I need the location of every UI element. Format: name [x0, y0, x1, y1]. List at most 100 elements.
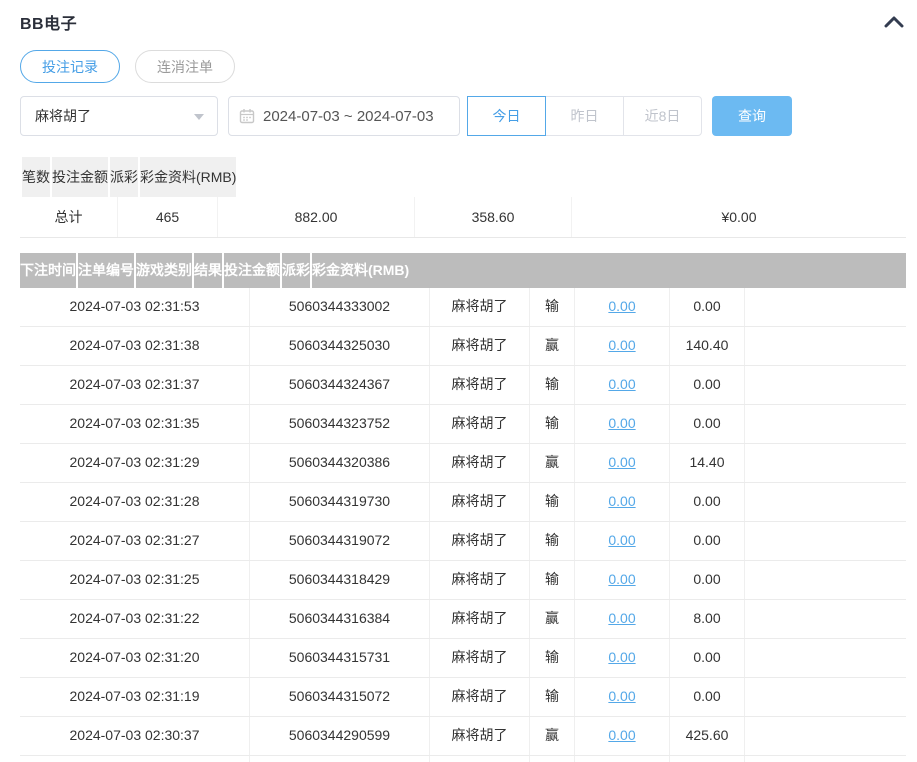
records-table-header: 下注时间 注单编号 游戏类别 结果 投注金额 派彩 彩金资料(RMB): [20, 253, 906, 288]
order-number: 5060344315072: [250, 678, 430, 716]
order-number: 5060344318429: [250, 561, 430, 599]
order-number: 5060344323752: [250, 405, 430, 443]
records-column-header: 彩金资料(RMB): [312, 262, 410, 278]
bet-time: 2024-07-03 02:31:29: [20, 444, 250, 482]
bonus: [745, 366, 906, 404]
result: 赢: [530, 756, 575, 762]
bonus: [745, 444, 906, 482]
table-row: 2024-07-03 02:31:22 5060344316384 麻将胡了 赢…: [20, 600, 906, 639]
bonus: [745, 522, 906, 560]
bet-time: 2024-07-03 02:31:22: [20, 600, 250, 638]
bonus: [745, 561, 906, 599]
tab[interactable]: 连消注单: [135, 50, 235, 83]
game-type: 麻将胡了: [430, 717, 530, 755]
bet-amount-link[interactable]: 0.00: [608, 532, 635, 548]
payout: 140.40: [670, 327, 745, 365]
quick-range-button[interactable]: 今日: [467, 96, 546, 136]
payout: 0.00: [670, 639, 745, 677]
bet-amount-link[interactable]: 0.00: [608, 571, 635, 587]
bet-time: 2024-07-03 02:31:35: [20, 405, 250, 443]
collapse-panel-button[interactable]: [882, 14, 906, 30]
result: 输: [530, 288, 575, 326]
records-column-header: 结果: [194, 253, 224, 288]
payout: 0.00: [670, 288, 745, 326]
table-row: 2024-07-03 02:31:25 5060344318429 麻将胡了 输…: [20, 561, 906, 600]
bet-amount-link[interactable]: 0.00: [608, 337, 635, 353]
result: 赢: [530, 600, 575, 638]
game-type: 麻将胡了: [430, 288, 530, 326]
bonus: [745, 327, 906, 365]
bet-amount-link[interactable]: 0.00: [608, 727, 635, 743]
result: 输: [530, 483, 575, 521]
bet-amount-link[interactable]: 0.00: [608, 415, 635, 431]
payout: 0.00: [670, 522, 745, 560]
date-range-value: 2024-07-03 ~ 2024-07-03: [263, 107, 434, 125]
game-type: 麻将胡了: [430, 561, 530, 599]
summary-total-row: 总计 465 882.00 358.60 ¥0.00: [20, 197, 906, 238]
quick-range-button[interactable]: 昨日: [545, 96, 624, 136]
summary-bonus: ¥0.00: [572, 197, 906, 237]
summary-column-header: 彩金资料(RMB): [140, 157, 237, 197]
payout: 0.00: [670, 678, 745, 716]
summary-table: 笔数 投注金额 派彩 彩金资料(RMB) 总计 465 882.00 358.6…: [20, 157, 906, 238]
summary-payout: 358.60: [415, 197, 572, 237]
table-row: 2024-07-03 02:31:38 5060344325030 麻将胡了 赢…: [20, 327, 906, 366]
summary-bet-amount: 882.00: [218, 197, 415, 237]
order-number: 5060344325030: [250, 327, 430, 365]
order-number: 5060344290599: [250, 717, 430, 755]
game-type: 麻将胡了: [430, 444, 530, 482]
date-range-picker[interactable]: 2024-07-03 ~ 2024-07-03: [228, 96, 460, 136]
bet-time: 2024-07-03 02:31:28: [20, 483, 250, 521]
bonus: [745, 717, 906, 755]
chevron-up-icon: [884, 16, 904, 28]
bet-amount-link[interactable]: 0.00: [608, 454, 635, 470]
bet-time: 2024-07-03 02:31:25: [20, 561, 250, 599]
summary-column-header: 笔数: [22, 157, 52, 197]
search-button[interactable]: 查询: [712, 96, 792, 136]
records-column-header: 下注时间: [20, 253, 78, 288]
result: 输: [530, 366, 575, 404]
order-number: 5060344319072: [250, 522, 430, 560]
bonus: [745, 405, 906, 443]
bet-amount-link[interactable]: 0.00: [608, 688, 635, 704]
payout: 0.00: [670, 405, 745, 443]
bonus: [745, 639, 906, 677]
order-number: 5060344319730: [250, 483, 430, 521]
table-row: 2024-07-03 02:31:20 5060344315731 麻将胡了 输…: [20, 639, 906, 678]
bet-amount-link[interactable]: 0.00: [608, 649, 635, 665]
bet-time: 2024-07-03 02:31:38: [20, 327, 250, 365]
game-type: 麻将胡了: [430, 405, 530, 443]
table-row: 2024-07-03 02:30:21 5060344280634 麻将胡了 赢…: [20, 756, 906, 762]
payout: -0.50: [670, 756, 745, 762]
table-row: 2024-07-03 02:31:37 5060344324367 麻将胡了 输…: [20, 366, 906, 405]
bonus: [745, 483, 906, 521]
records-column-header: 派彩: [282, 253, 312, 288]
result: 输: [530, 678, 575, 716]
records-column-header: 投注金额: [224, 253, 282, 288]
records-column-header: 注单编号: [78, 253, 136, 288]
result: 输: [530, 522, 575, 560]
game-type: 麻将胡了: [430, 600, 530, 638]
bonus: [745, 600, 906, 638]
game-type: 麻将胡了: [430, 522, 530, 560]
tab[interactable]: 投注记录: [20, 50, 120, 83]
bet-amount-link[interactable]: 0.00: [608, 610, 635, 626]
betting-records-panel: BB电子 投注记录 连消注单 麻将胡了 2024-07-03 ~ 2024-07…: [0, 0, 917, 762]
game-type: 麻将胡了: [430, 756, 530, 762]
calendar-icon: [239, 108, 255, 124]
bet-time: 2024-07-03 02:31:19: [20, 678, 250, 716]
order-number: 5060344280634: [250, 756, 430, 762]
bet-amount-link[interactable]: 0.00: [608, 376, 635, 392]
game-type: 麻将胡了: [430, 327, 530, 365]
order-number: 5060344320386: [250, 444, 430, 482]
quick-range-button[interactable]: 近8日: [623, 96, 702, 136]
bet-amount-link[interactable]: 0.00: [608, 493, 635, 509]
summary-table-header: 笔数 投注金额 派彩 彩金资料(RMB): [20, 157, 906, 197]
table-row: 2024-07-03 02:31:27 5060344319072 麻将胡了 输…: [20, 522, 906, 561]
bet-time: 2024-07-03 02:31:27: [20, 522, 250, 560]
bet-amount-link[interactable]: 0.00: [608, 298, 635, 314]
game-type: 麻将胡了: [430, 366, 530, 404]
table-row: 2024-07-03 02:31:19 5060344315072 麻将胡了 输…: [20, 678, 906, 717]
quick-range-buttons: 今日 昨日 近8日: [467, 96, 702, 136]
game-select[interactable]: 麻将胡了: [20, 96, 218, 136]
